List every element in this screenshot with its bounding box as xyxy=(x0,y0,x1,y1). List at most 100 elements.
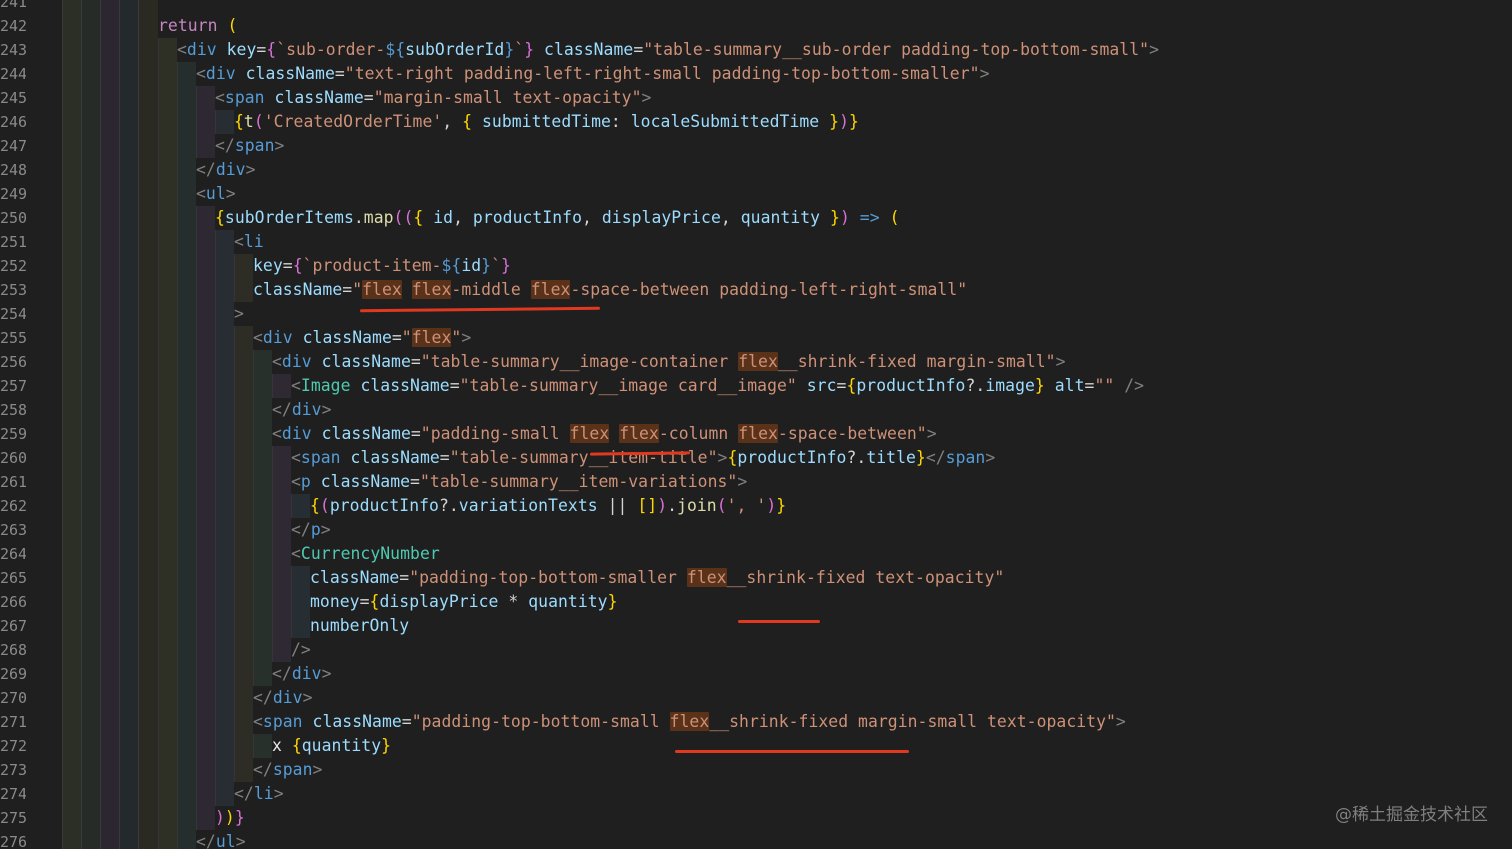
indent-strip xyxy=(177,638,196,662)
indent-strip xyxy=(158,758,177,782)
code-text[interactable]: </div> xyxy=(272,662,332,686)
code-token: = xyxy=(359,592,370,611)
code-text[interactable]: className="flex flex-middle flex-space-b… xyxy=(253,278,967,302)
code-token: "table-summary__sub-order padding-top-bo… xyxy=(643,40,1150,59)
code-token: productInfo xyxy=(856,376,966,395)
code-token: variationTexts xyxy=(458,496,598,515)
indent-strip xyxy=(158,62,177,86)
code-token: } xyxy=(830,208,840,227)
code-text[interactable]: </li> xyxy=(234,782,284,806)
code-token: "padding-small xyxy=(420,424,570,443)
indent-strip xyxy=(234,278,253,302)
code-token: ` xyxy=(514,40,525,59)
code-token: </ xyxy=(253,688,273,707)
code-text[interactable]: <li xyxy=(234,230,264,254)
indent-strip xyxy=(177,110,196,134)
indent-strip xyxy=(177,710,196,734)
indent-strip xyxy=(158,830,177,849)
line-number: 275 xyxy=(0,809,26,827)
indent-strip xyxy=(253,542,272,566)
code-token: = xyxy=(399,568,410,587)
code-text[interactable]: </p> xyxy=(291,518,331,542)
code-text[interactable]: <p className="table-summary__item-variat… xyxy=(291,470,747,494)
line-number: 250 xyxy=(0,209,26,227)
code-text[interactable]: </span> xyxy=(253,758,322,782)
code-token: quantity xyxy=(528,592,608,611)
code-text[interactable]: </div> xyxy=(196,158,256,182)
code-line: 260 <span className="table-summary__item-… xyxy=(0,446,1512,470)
line-number: 248 xyxy=(0,161,26,179)
code-text[interactable]: numberOnly xyxy=(310,614,409,638)
code-token: ul xyxy=(215,832,236,849)
code-text[interactable]: x {quantity} xyxy=(272,734,391,758)
code-text[interactable]: ))} xyxy=(215,806,245,830)
indent-strip xyxy=(158,518,177,542)
code-text[interactable]: key={`product-item-${id}`} xyxy=(253,254,511,278)
code-token: submittedTime xyxy=(481,112,611,131)
code-text[interactable]: <span className="table-summary__item-tit… xyxy=(291,446,995,470)
indent-strip xyxy=(234,350,253,374)
code-text[interactable]: {subOrderItems.map(({ id, productInfo, d… xyxy=(215,206,899,230)
code-token: > xyxy=(321,400,332,419)
red-underline-annotation xyxy=(738,620,820,623)
code-text[interactable]: <div className="table-summary__image-con… xyxy=(272,350,1066,374)
code-token: "table-summary__item-variations" xyxy=(419,472,738,491)
code-text[interactable]: <div className="text-right padding-left-… xyxy=(196,62,989,86)
indent-strip xyxy=(234,542,253,566)
indent-strip xyxy=(158,374,177,398)
code-text[interactable]: {t('CreatedOrderTime', { submittedTime: … xyxy=(234,110,859,134)
indent-strip xyxy=(177,374,196,398)
code-token: > xyxy=(312,760,323,779)
code-text[interactable]: <span className="padding-top-bottom-smal… xyxy=(253,710,1126,734)
code-token: image xyxy=(985,376,1035,395)
code-text[interactable]: return ( xyxy=(158,14,237,38)
code-text[interactable]: <Image className="table-summary__image c… xyxy=(291,374,1144,398)
code-text[interactable]: <CurrencyNumber xyxy=(291,542,440,566)
code-token: productInfo xyxy=(737,448,847,467)
code-token: p xyxy=(300,472,311,491)
code-text[interactable]: <div className="flex"> xyxy=(253,326,471,350)
code-text[interactable]: > xyxy=(234,302,244,326)
code-text[interactable]: </div> xyxy=(272,398,332,422)
code-text[interactable]: {(productInfo?.variationTexts || []).joi… xyxy=(310,494,786,518)
code-text[interactable]: </div> xyxy=(253,686,313,710)
code-token: < xyxy=(272,352,282,371)
code-line: 268 /> xyxy=(0,638,1512,662)
code-line: 248 </div> xyxy=(0,158,1512,182)
code-token: div xyxy=(205,64,236,83)
line-number: 276 xyxy=(0,833,26,849)
code-line: 242 return ( xyxy=(0,14,1512,38)
code-token: ?. xyxy=(438,496,459,515)
code-text[interactable]: <span className="margin-small text-opaci… xyxy=(215,86,651,110)
line-number: 271 xyxy=(0,713,26,731)
indent-strip xyxy=(272,470,291,494)
code-token: Image xyxy=(300,376,351,395)
search-highlight: flex xyxy=(738,424,778,443)
indent-strip xyxy=(177,302,196,326)
indent-strip xyxy=(177,614,196,638)
indent-strip xyxy=(234,494,253,518)
code-text[interactable]: <div className="padding-small flex flex-… xyxy=(272,422,937,446)
indent-strip xyxy=(196,542,215,566)
code-text[interactable]: </ul> xyxy=(196,830,246,849)
line-number: 266 xyxy=(0,593,26,611)
line-number: 270 xyxy=(0,689,26,707)
line-number: 274 xyxy=(0,785,26,803)
line-number: 254 xyxy=(0,305,26,323)
indent-strip xyxy=(215,326,234,350)
code-text[interactable]: className="padding-top-bottom-smaller fl… xyxy=(310,566,1004,590)
code-text[interactable]: <ul> xyxy=(196,182,236,206)
code-text[interactable]: <div key={`sub-order-${subOrderId}`} cla… xyxy=(177,38,1159,62)
indent-strip xyxy=(158,566,177,590)
code-editor[interactable]: 241 242 return (243 <div key={`sub-order-${… xyxy=(0,0,1512,849)
code-text[interactable]: money={displayPrice * quantity} xyxy=(310,590,618,614)
indent-strip xyxy=(196,782,215,806)
indent-strip xyxy=(196,758,215,782)
code-token: < xyxy=(291,448,301,467)
code-token: div xyxy=(281,352,312,371)
code-text[interactable]: /> xyxy=(291,638,311,662)
indent-strip xyxy=(158,302,177,326)
code-text[interactable]: </span> xyxy=(215,134,284,158)
